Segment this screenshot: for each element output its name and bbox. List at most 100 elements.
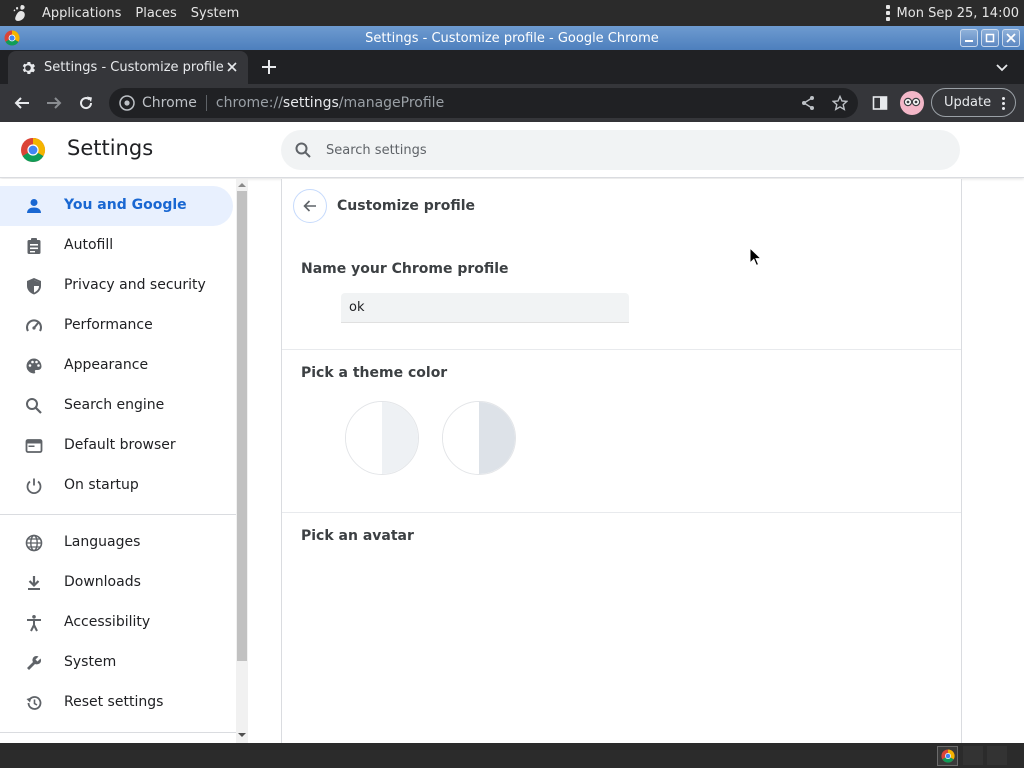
tab-title: Settings - Customize profile	[44, 60, 224, 75]
browser-toolbar: Chrome chrome://settings/manageProfile U…	[0, 84, 1024, 122]
minimize-icon	[965, 40, 973, 42]
theme-color-swatch-default-light[interactable]	[345, 401, 419, 475]
url-text[interactable]: chrome://settings/manageProfile	[216, 95, 444, 111]
sidebar-divider	[0, 514, 236, 515]
shield-icon	[24, 276, 44, 296]
sidebar-item-autofill[interactable]: Autofill	[0, 226, 233, 266]
url-host: settings	[282, 95, 339, 111]
sidebar-item-label: Appearance	[64, 357, 149, 373]
workspace-switcher-slot[interactable]	[963, 746, 983, 765]
chrome-secure-icon[interactable]	[119, 95, 135, 111]
profile-avatar[interactable]	[900, 91, 924, 115]
places-menu[interactable]: Places	[135, 6, 176, 21]
clipboard-icon	[24, 236, 44, 256]
sidebar-item-privacy-and-security[interactable]: Privacy and security	[0, 266, 233, 306]
gnome-foot-icon[interactable]	[9, 2, 31, 24]
arrow-back-icon	[303, 200, 316, 212]
sidebar-divider	[0, 732, 236, 733]
new-tab-plus-icon[interactable]	[259, 57, 279, 77]
sidebar-item-downloads[interactable]: Downloads	[0, 563, 233, 603]
search-settings-box[interactable]	[281, 130, 960, 170]
history-icon	[24, 693, 44, 713]
minimize-button[interactable]	[960, 29, 978, 47]
origin-label: Chrome	[142, 95, 197, 111]
reload-icon[interactable]	[76, 93, 96, 113]
settings-sidebar: You and Google Autofill Privacy and secu…	[0, 179, 236, 743]
chrome-logo-icon	[21, 138, 46, 163]
speedometer-icon	[24, 316, 44, 336]
more-vertical-icon	[1002, 97, 1005, 110]
maximize-button[interactable]	[981, 29, 999, 47]
search-input[interactable]	[326, 142, 886, 158]
system-bottom-panel	[0, 743, 1024, 768]
tab-strip: Settings - Customize profile	[0, 50, 1024, 84]
sidebar-item-label: Autofill	[64, 237, 114, 253]
tab-settings[interactable]: Settings - Customize profile	[8, 51, 248, 84]
maximize-icon	[985, 33, 995, 43]
theme-color-heading: Pick a theme color	[301, 365, 448, 381]
sidebar-item-appearance[interactable]: Appearance	[0, 346, 233, 386]
mouse-cursor-icon	[749, 247, 761, 267]
update-button[interactable]: Update	[931, 88, 1016, 117]
sidebar-item-languages[interactable]: Languages	[0, 523, 233, 563]
close-window-button[interactable]	[1002, 29, 1020, 47]
url-scheme: chrome://	[215, 95, 283, 111]
back-arrow-icon[interactable]	[12, 93, 32, 113]
subpage-title: Customize profile	[337, 198, 476, 214]
share-icon[interactable]	[799, 94, 817, 112]
update-label: Update	[944, 95, 992, 110]
section-divider	[282, 349, 961, 350]
window-title: Settings - Customize profile - Google Ch…	[365, 30, 659, 46]
sidebar-item-label: Accessibility	[64, 614, 151, 630]
chrome-logo-icon	[940, 749, 955, 763]
search-icon	[24, 396, 44, 416]
person-icon	[24, 196, 44, 216]
sidebar-scrollbar[interactable]	[236, 179, 248, 743]
sidebar-item-on-startup[interactable]: On startup	[0, 466, 233, 506]
avatar-heading: Pick an avatar	[301, 528, 414, 544]
scroll-down-arrow-icon[interactable]	[238, 731, 246, 739]
window-titlebar[interactable]: Settings - Customize profile - Google Ch…	[0, 26, 1024, 50]
browser-window-icon	[24, 436, 44, 456]
sidebar-item-performance[interactable]: Performance	[0, 306, 233, 346]
address-bar[interactable]: Chrome chrome://settings/manageProfile	[109, 88, 858, 118]
clock[interactable]: Mon Sep 25, 14:00	[897, 6, 1019, 21]
panel-overflow-icon[interactable]	[885, 5, 890, 21]
page-title: Settings	[67, 136, 154, 160]
wrench-icon	[24, 653, 44, 673]
sidebar-item-label: Reset settings	[64, 694, 164, 710]
system-menu[interactable]: System	[191, 6, 239, 21]
url-path: /manageProfile	[338, 95, 445, 111]
sidebar-item-accessibility[interactable]: Accessibility	[0, 603, 233, 643]
sidebar-item-default-browser[interactable]: Default browser	[0, 426, 233, 466]
taskbar-chrome-window-button[interactable]	[937, 746, 958, 766]
sidebar-item-label: Default browser	[64, 437, 176, 453]
applications-menu[interactable]: Applications	[42, 6, 121, 21]
back-button[interactable]	[293, 189, 327, 223]
profile-name-input[interactable]	[341, 293, 629, 323]
sidebar-item-search-engine[interactable]: Search engine	[0, 386, 233, 426]
close-icon	[1006, 33, 1016, 43]
sidebar-item-reset-settings[interactable]: Reset settings	[0, 683, 233, 723]
section-divider	[282, 512, 961, 513]
sidebar-item-you-and-google[interactable]: You and Google	[0, 186, 233, 226]
gear-icon	[20, 60, 36, 76]
profile-name-heading: Name your Chrome profile	[301, 261, 509, 277]
search-icon	[295, 142, 311, 158]
sidebar-item-label: Performance	[64, 317, 153, 333]
theme-color-swatch-default-grey[interactable]	[442, 401, 516, 475]
tab-search-chevron-down-icon[interactable]	[994, 59, 1010, 75]
sidebar-item-system[interactable]: System	[0, 643, 233, 683]
workspace-switcher-slot[interactable]	[987, 746, 1007, 765]
scrollbar-thumb[interactable]	[237, 191, 247, 661]
forward-arrow-icon[interactable]	[44, 93, 64, 113]
bookmark-star-icon[interactable]	[831, 94, 849, 112]
accessibility-icon	[24, 613, 44, 633]
scroll-up-arrow-icon[interactable]	[238, 181, 246, 189]
globe-icon	[24, 533, 44, 553]
customize-profile-card: Customize profile Name your Chrome profi…	[281, 179, 962, 743]
tab-close-icon[interactable]	[224, 59, 240, 75]
sidebar-item-label: Privacy and security	[64, 277, 206, 293]
download-icon	[24, 573, 44, 593]
side-panel-icon[interactable]	[870, 93, 890, 113]
